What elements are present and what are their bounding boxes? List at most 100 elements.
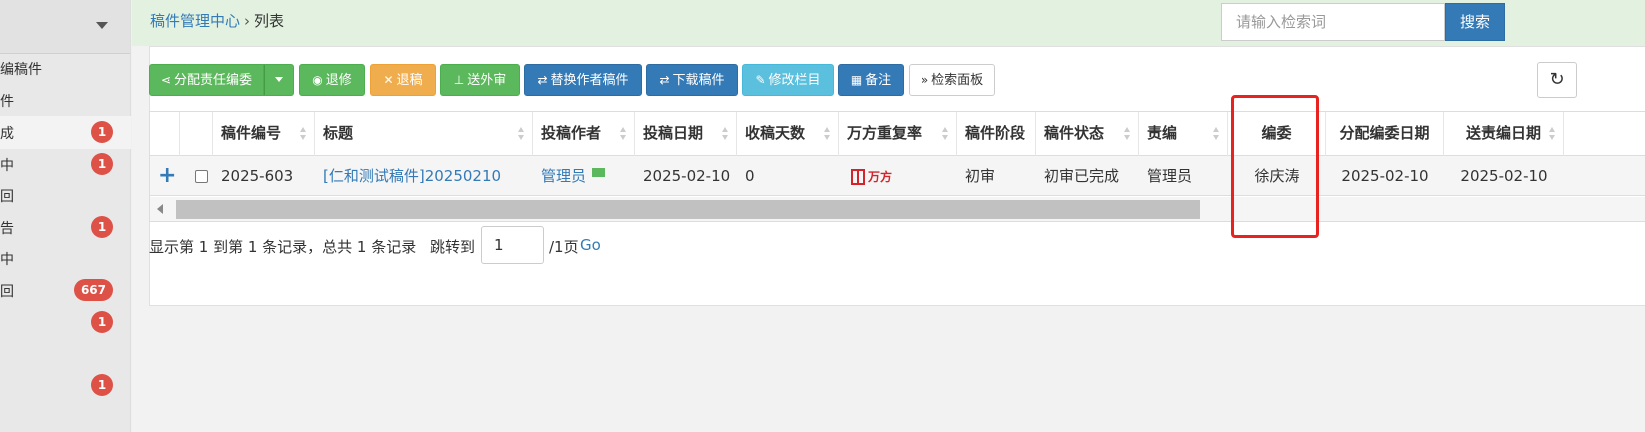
search-input[interactable]: 请输入检索词 bbox=[1221, 3, 1445, 41]
cell-status: 初审已完成 bbox=[1044, 167, 1120, 185]
column-header[interactable]: 万方重复率 bbox=[839, 112, 957, 156]
chevron-down-icon[interactable] bbox=[96, 22, 108, 29]
sidebar: 编稿件 件 成1 中1 回 告1 中 回 667 1 1 bbox=[0, 0, 131, 432]
sidebar-item[interactable]: 回 667 bbox=[0, 274, 131, 307]
sidebar-header[interactable] bbox=[0, 0, 130, 54]
go-button[interactable]: Go bbox=[580, 236, 601, 254]
sidebar-item[interactable]: 回 bbox=[0, 179, 131, 212]
cell-send-date: 2025-02-10 bbox=[1460, 167, 1548, 185]
sidebar-item[interactable]: 件 bbox=[0, 84, 131, 117]
wanfang-logo-icon[interactable]: 万方 bbox=[851, 169, 897, 185]
cell-assign-date: 2025-02-10 bbox=[1341, 167, 1429, 185]
refresh-button[interactable]: ↻ bbox=[1537, 62, 1577, 98]
search-panel-button[interactable]: » 检索面板 bbox=[909, 64, 995, 96]
count-badge: 667 bbox=[73, 279, 113, 301]
sort-icon bbox=[620, 127, 626, 141]
sidebar-item[interactable]: 编稿件 bbox=[0, 52, 131, 85]
edit-icon: ✎ bbox=[755, 73, 766, 87]
assign-dropdown-button[interactable] bbox=[264, 64, 294, 96]
column-header[interactable]: 收稿天数 bbox=[737, 112, 839, 156]
checkbox-column-header bbox=[180, 112, 213, 156]
scrollbar-thumb[interactable] bbox=[176, 200, 1200, 219]
count-badge: 1 bbox=[91, 374, 113, 396]
cell-id: 2025-603 bbox=[221, 167, 294, 185]
double-chevron-down-icon: » bbox=[920, 73, 929, 87]
pagination-summary: 显示第 1 到第 1 条记录，总共 1 条记录 bbox=[149, 238, 417, 256]
calendar-icon: ▦ bbox=[850, 73, 863, 87]
column-header[interactable]: 标题 bbox=[315, 112, 533, 156]
sidebar-item[interactable]: 中1 bbox=[0, 148, 131, 181]
manuscript-title-link[interactable]: [仁和测试稿件]20250210 bbox=[323, 167, 501, 185]
column-header[interactable]: 稿件阶段 bbox=[957, 112, 1036, 156]
sort-icon bbox=[824, 127, 830, 141]
cell-days: 0 bbox=[745, 167, 755, 185]
exchange-icon: ⇄ bbox=[537, 73, 548, 87]
reject-button[interactable]: ✕ 退稿 bbox=[370, 64, 436, 96]
breadcrumb-separator: › bbox=[244, 12, 251, 30]
sitemap-icon: ⊥ bbox=[453, 73, 465, 87]
column-header[interactable]: 稿件编号 bbox=[213, 112, 315, 156]
cell-title: [仁和测试稿件]20250210 bbox=[315, 156, 501, 196]
edit-column-button[interactable]: ✎ 修改栏目 bbox=[742, 64, 834, 96]
sidebar-item[interactable]: 1 bbox=[0, 369, 131, 402]
breadcrumb-current: 列表 bbox=[254, 12, 285, 30]
sort-icon bbox=[518, 127, 524, 141]
revise-button[interactable]: ◉ 退修 bbox=[299, 64, 365, 96]
column-header[interactable]: 送责编日期 bbox=[1444, 112, 1564, 156]
author-link[interactable]: 管理员 bbox=[541, 167, 586, 185]
exchange-icon: ⇄ bbox=[659, 73, 670, 87]
column-header[interactable]: 责编 bbox=[1139, 112, 1228, 156]
breadcrumb: 稿件管理中心 › 列表 bbox=[150, 10, 284, 31]
column-header[interactable]: 投稿作者 bbox=[533, 112, 635, 156]
cell-date: 2025-02-10 bbox=[643, 167, 731, 185]
caret-down-icon bbox=[275, 77, 283, 82]
refresh-icon: ↻ bbox=[1549, 69, 1565, 90]
cell-editor: 管理员 bbox=[1147, 167, 1193, 185]
external-review-button[interactable]: ⊥ 送外审 bbox=[440, 64, 520, 96]
manuscript-table: 稿件编号 标题 投稿作者 投稿日期 收稿天数 万方重复率 稿件阶段 稿件状态 责… bbox=[149, 111, 1645, 222]
search-button[interactable]: 搜索 bbox=[1445, 3, 1505, 41]
row-checkbox[interactable] bbox=[195, 170, 208, 183]
sidebar-item[interactable]: 告1 bbox=[0, 211, 131, 244]
sidebar-item[interactable]: 成1 bbox=[0, 116, 131, 149]
sort-icon bbox=[1213, 127, 1219, 141]
top-bar: 稿件管理中心 › 列表 请输入检索词 搜索 bbox=[132, 0, 1645, 46]
assign-editor-button[interactable]: ⋖ 分配责任编委 bbox=[149, 64, 264, 96]
eye-icon: ◉ bbox=[312, 73, 323, 87]
sort-icon bbox=[942, 127, 948, 141]
table-row[interactable]: + 2025-603 [仁和测试稿件]20250210 管理员 2025-02-… bbox=[150, 156, 1645, 196]
horizontal-scrollbar[interactable] bbox=[150, 197, 1645, 221]
cell-author: 管理员 bbox=[533, 156, 606, 196]
jump-label: 跳转到 bbox=[430, 238, 476, 256]
sort-icon bbox=[1549, 127, 1555, 141]
count-badge: 1 bbox=[91, 216, 113, 238]
scroll-left-icon[interactable] bbox=[157, 204, 163, 214]
breadcrumb-root-link[interactable]: 稿件管理中心 bbox=[150, 12, 240, 30]
total-pages: /1页 bbox=[549, 238, 579, 256]
column-header[interactable]: 投稿日期 bbox=[635, 112, 737, 156]
mail-icon[interactable] bbox=[592, 168, 606, 177]
count-badge: 1 bbox=[91, 121, 113, 143]
share-icon: ⋖ bbox=[160, 73, 172, 87]
download-manuscript-button[interactable]: ⇄ 下载稿件 bbox=[646, 64, 738, 96]
sort-icon bbox=[1124, 127, 1130, 141]
shuffle-icon: ✕ bbox=[383, 73, 394, 87]
column-header[interactable]: 分配编委日期 bbox=[1326, 112, 1444, 156]
sort-icon bbox=[300, 127, 306, 141]
sort-icon bbox=[722, 127, 728, 141]
sidebar-item[interactable]: 中 bbox=[0, 242, 131, 275]
plus-icon: + bbox=[158, 163, 177, 188]
highlight-box bbox=[1231, 95, 1319, 238]
count-badge: 1 bbox=[91, 311, 113, 333]
cell-wanfang[interactable]: 万方 bbox=[839, 156, 957, 196]
page-number-input[interactable]: 1 bbox=[481, 226, 544, 264]
count-badge: 1 bbox=[91, 153, 113, 175]
table-header: 稿件编号 标题 投稿作者 投稿日期 收稿天数 万方重复率 稿件阶段 稿件状态 责… bbox=[150, 112, 1645, 156]
sidebar-item[interactable]: 1 bbox=[0, 306, 131, 339]
replace-manuscript-button[interactable]: ⇄ 替换作者稿件 bbox=[524, 64, 642, 96]
expand-column-header bbox=[150, 112, 180, 156]
column-header[interactable]: 稿件状态 bbox=[1036, 112, 1139, 156]
expand-row-button[interactable]: + bbox=[150, 156, 180, 196]
cell-stage: 初审 bbox=[965, 167, 996, 185]
note-button[interactable]: ▦ 备注 bbox=[838, 64, 904, 96]
